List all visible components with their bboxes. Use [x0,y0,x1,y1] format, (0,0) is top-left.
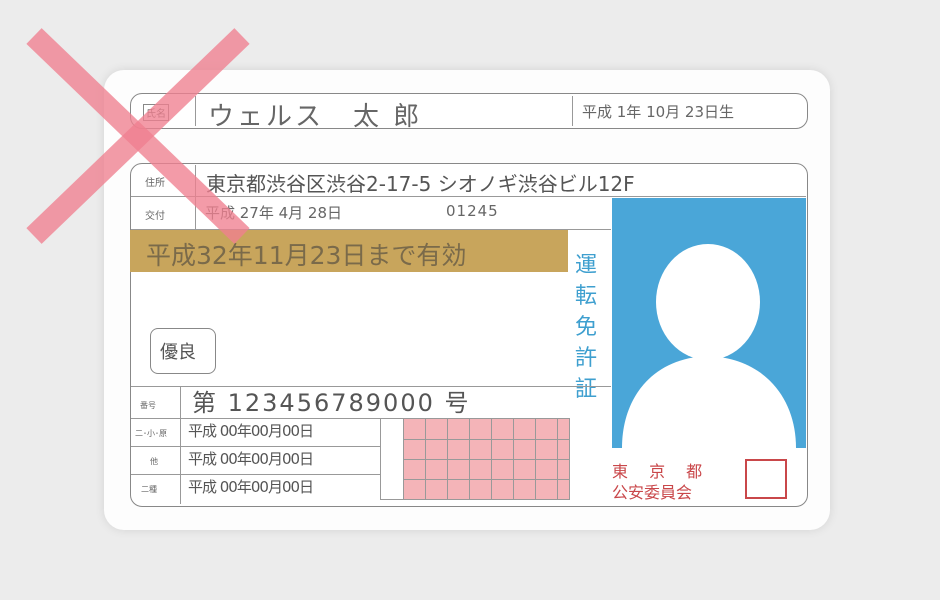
row-label-2: 他 [150,457,158,466]
issue-number: 01245 [446,202,499,220]
photo [612,198,806,448]
seal-stamp [745,459,787,499]
row-label-3: 二種 [141,485,157,494]
license-number-label: 番号 [140,401,156,410]
person-silhouette-icon [622,244,796,448]
cross-mark-icon [26,28,250,244]
birth-date: 平成 1年 10月 23日生 [582,103,735,121]
row-date-3: 平成 00年00月00日 [188,478,314,496]
license-title: 運 転 免 許 証 [574,253,597,402]
category-grid [380,418,570,500]
address-value: 東京都渋谷区渋谷2-17-5 シオノギ渋谷ビル12F [206,172,635,196]
row-date-2: 平成 00年00月00日 [188,450,314,468]
license-number: 第 123456789000 号 [192,389,471,417]
row-date-1: 平成 00年00月00日 [188,422,314,440]
badge-label: 優良 [160,342,196,363]
row-label-1: 二･小･原 [135,429,167,438]
authority-line2: 公安委員会 [612,483,693,502]
